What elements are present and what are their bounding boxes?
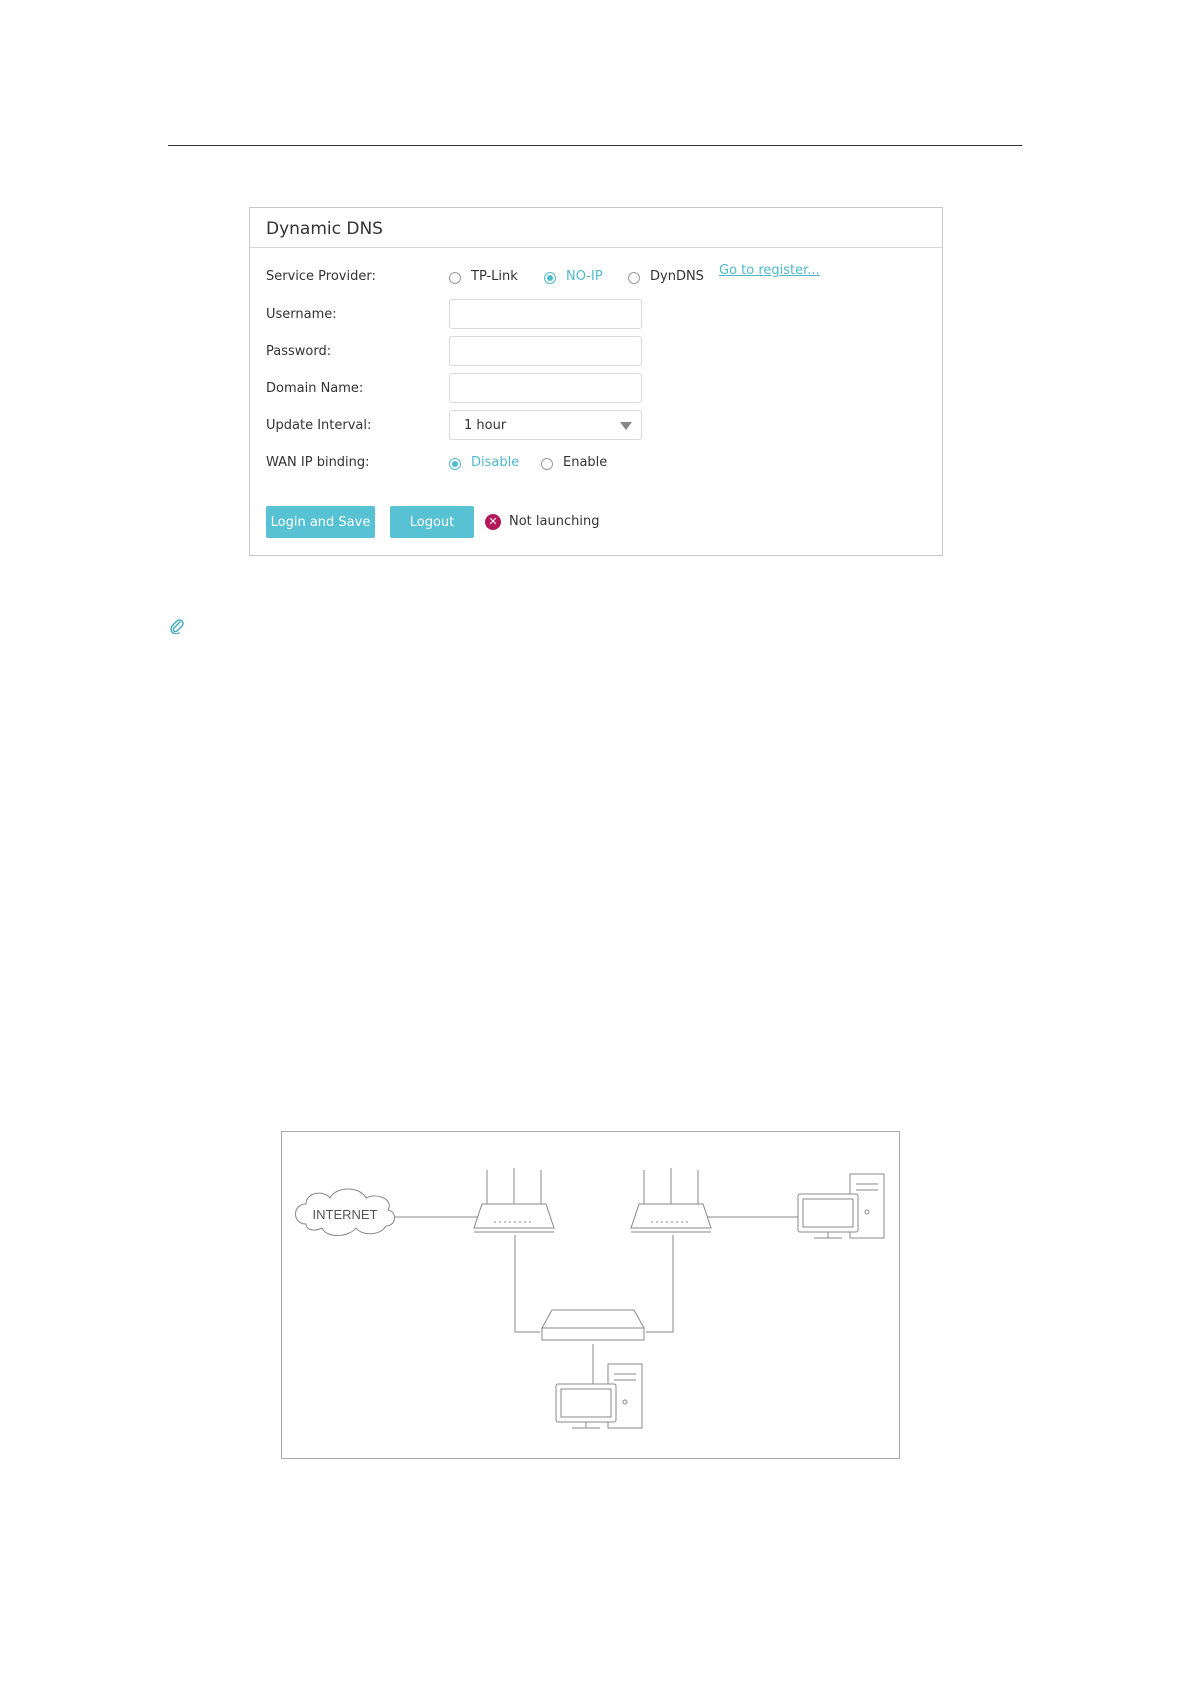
login-and-save-button[interactable]: Login and Save <box>266 506 375 538</box>
radio-no-ip-label[interactable]: NO-IP <box>566 269 603 284</box>
go-to-register-link[interactable]: Go to register... <box>719 263 820 278</box>
radio-dyndns[interactable] <box>628 272 640 284</box>
radio-disable[interactable] <box>449 458 461 470</box>
page-header-rule <box>168 145 1022 146</box>
panel-title: Dynamic DNS <box>266 219 383 239</box>
radio-disable-label[interactable]: Disable <box>471 455 519 470</box>
logout-button[interactable]: Logout <box>390 506 474 538</box>
password-input[interactable] <box>449 336 642 366</box>
radio-dyndns-label[interactable]: DynDNS <box>650 269 704 284</box>
username-input[interactable] <box>449 299 642 329</box>
update-interval-value: 1 hour <box>464 418 507 433</box>
dropdown-arrow-icon <box>620 422 632 430</box>
radio-tp-link[interactable] <box>449 272 461 284</box>
router-icon <box>473 1168 555 1233</box>
switch-icon <box>541 1309 645 1341</box>
computer-icon <box>797 1173 885 1239</box>
domain-name-input[interactable] <box>449 373 642 403</box>
computer-icon <box>555 1363 643 1429</box>
network-topology-diagram: INTERNET <box>281 1131 900 1459</box>
wan-ip-binding-label: WAN IP binding: <box>266 455 370 470</box>
paperclip-icon <box>170 619 184 634</box>
panel-divider <box>250 247 942 248</box>
dynamic-dns-panel: Dynamic DNS Service Provider: TP-Link NO… <box>249 207 943 556</box>
password-label: Password: <box>266 344 332 359</box>
username-label: Username: <box>266 307 337 322</box>
update-interval-select[interactable]: 1 hour <box>449 410 642 440</box>
router-icon <box>630 1168 712 1233</box>
radio-enable-label[interactable]: Enable <box>563 455 607 470</box>
error-x-icon: ✕ <box>485 514 501 530</box>
connection-lines <box>392 1216 798 1396</box>
status-text: Not launching <box>509 514 600 529</box>
radio-no-ip[interactable] <box>544 272 556 284</box>
update-interval-label: Update Interval: <box>266 418 372 433</box>
domain-name-label: Domain Name: <box>266 381 364 396</box>
service-provider-label: Service Provider: <box>266 269 376 284</box>
radio-enable[interactable] <box>541 458 553 470</box>
radio-tp-link-label[interactable]: TP-Link <box>471 269 518 284</box>
internet-label: INTERNET <box>313 1207 378 1222</box>
